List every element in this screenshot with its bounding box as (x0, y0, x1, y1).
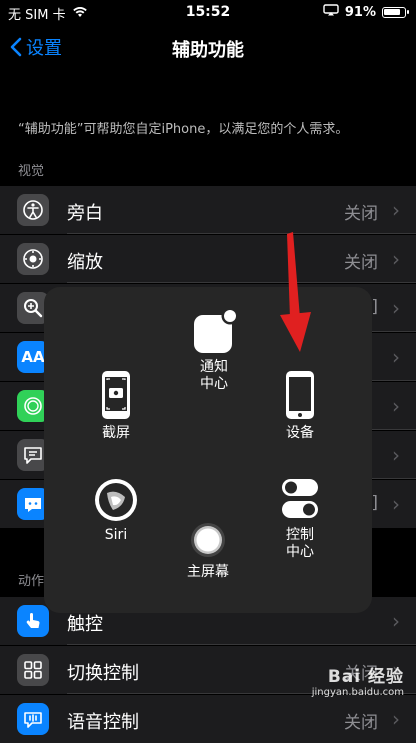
assistive-touch-menu: 通知 中心 截屏 设备 Siri 主屏幕 控制 中心 (44, 287, 372, 613)
row-voiceover[interactable]: 旁白 关闭 › (0, 186, 416, 234)
row-value: ] (371, 493, 378, 513)
device-button[interactable]: 设备 (260, 369, 340, 442)
screen-mirroring-icon (323, 4, 339, 20)
section-header-motor: 动作 (18, 574, 45, 589)
screenshot-button[interactable]: 截屏 (76, 369, 156, 442)
row-value: 关闭 (344, 713, 378, 733)
row-label: 旁白 (67, 203, 103, 224)
row-value: ] (371, 297, 378, 317)
chevron-right-icon: › (392, 492, 400, 516)
device-label: 设备 (286, 425, 314, 441)
voice-control-icon (17, 703, 49, 735)
row-value: 关闭 (344, 253, 378, 273)
chevron-right-icon: › (392, 707, 400, 731)
home-button-icon (191, 523, 225, 557)
row-separator (67, 644, 416, 645)
row-value: 关闭 (344, 204, 378, 224)
chevron-right-icon: › (392, 443, 400, 467)
chevron-right-icon: › (392, 247, 400, 271)
switch-control-icon (17, 654, 49, 686)
screenshot-label: 截屏 (102, 425, 130, 441)
page-description: “辅助功能”可帮助您自定iPhone，以满足您的个人需求。 (18, 122, 349, 137)
row-label: 触控 (67, 614, 103, 635)
zoom-icon (17, 243, 49, 275)
page-title: 辅助功能 (172, 40, 244, 61)
navigation-bar: 设置 辅助功能 (0, 26, 416, 70)
voiceover-icon (17, 194, 49, 226)
battery-percent: 91% (344, 4, 376, 20)
chevron-right-icon: › (392, 609, 400, 633)
touch-icon (17, 605, 49, 637)
chevron-right-icon: › (392, 296, 400, 320)
home-label: 主屏幕 (187, 564, 229, 580)
watermark-brand: Bai 经验 (327, 667, 404, 687)
status-bar: 无 SIM 卡 15:52 91% (0, 0, 416, 24)
section-header-vision: 视觉 (18, 164, 45, 179)
chevron-right-icon: › (392, 345, 400, 369)
battery-icon (382, 6, 409, 18)
control-center-button[interactable]: 控制 中心 (260, 477, 340, 561)
control-center-label: 控制 中心 (286, 527, 314, 560)
siri-button[interactable]: Siri (76, 477, 156, 544)
control-center-icon (282, 479, 318, 518)
row-label: 切换控制 (67, 663, 139, 684)
watermark-url: jingyan.baidu.com (311, 687, 404, 698)
watermark-logo: Bai 经验 jingyan.baidu.com (312, 662, 404, 698)
notification-center-button[interactable]: 通知 中心 (174, 307, 254, 393)
row-label: 缩放 (67, 252, 103, 273)
text-size-glyph: AA (21, 348, 45, 366)
row-label: 语音控制 (67, 712, 139, 733)
chevron-right-icon: › (392, 198, 400, 222)
chevron-right-icon: › (392, 394, 400, 418)
notification-center-icon (194, 307, 239, 353)
siri-label: Siri (104, 527, 128, 543)
notification-center-label: 通知 中心 (200, 359, 228, 392)
screenshot-icon (102, 371, 130, 419)
home-button[interactable]: 主屏幕 (168, 520, 248, 581)
row-separator (67, 233, 416, 234)
row-zoom[interactable]: 缩放 关闭 › (0, 235, 416, 283)
siri-icon (95, 479, 137, 521)
row-separator (67, 282, 416, 283)
row-voice-control[interactable]: 语音控制 关闭 › (0, 695, 416, 743)
device-icon (286, 371, 314, 419)
